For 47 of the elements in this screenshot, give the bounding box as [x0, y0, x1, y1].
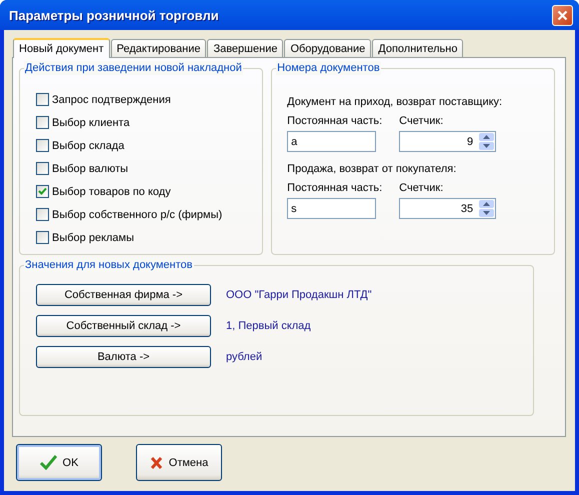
selected-value: ООО "Гарри Продакшн ЛТД" [226, 289, 372, 301]
select-button[interactable]: Собственный склад -> [36, 315, 211, 337]
spin-up-icon[interactable] [479, 133, 494, 141]
close-button[interactable] [552, 4, 573, 26]
tab[interactable]: Редактирование [110, 39, 206, 57]
select-button[interactable]: Валюта -> [36, 346, 211, 368]
spin-down-icon[interactable] [479, 142, 494, 150]
ok-button[interactable]: OK [16, 444, 102, 481]
checkbox[interactable] [36, 93, 49, 106]
checkbox-label: Выбор клиента [52, 116, 130, 128]
selected-value: рублей [226, 351, 262, 363]
close-icon [557, 10, 568, 20]
checkbox-label: Выбор товаров по коду [52, 186, 171, 198]
checkbox[interactable] [36, 139, 49, 152]
checkbox-label: Выбор склада [52, 140, 124, 152]
group-title: Номера документов [276, 61, 381, 75]
tab[interactable]: Оборудование [284, 39, 372, 57]
field-label: Постоянная часть: [287, 114, 384, 129]
field-label: Постоянная часть: [287, 181, 384, 196]
spin-up-icon[interactable] [479, 200, 494, 208]
section-heading: Продажа, возврат от покупателя: [287, 162, 458, 177]
section-heading: Документ на приход, возврат поставщику: [287, 95, 504, 110]
group-title: Действия при заведении новой накладной [24, 61, 243, 75]
prefix-field[interactable]: a [287, 131, 376, 152]
checkbox-label: Запрос подтверждения [52, 94, 171, 106]
checkmark-icon [40, 455, 57, 470]
checkbox-label: Выбор собственного р/с (фирмы) [52, 208, 222, 220]
checkbox[interactable] [36, 231, 49, 244]
cross-icon [150, 456, 163, 470]
prefix-field[interactable]: s [287, 198, 376, 219]
checkbox-label: Выбор валюты [52, 162, 128, 174]
checkbox[interactable] [36, 185, 49, 198]
checkbox[interactable] [36, 162, 49, 175]
field-label: Счетчик: [399, 181, 444, 196]
tab[interactable]: Завершение [207, 39, 284, 57]
window-title: Параметры розничной торговли [9, 8, 219, 22]
select-button[interactable]: Собственная фирма -> [36, 284, 211, 306]
spin-down-icon[interactable] [479, 209, 494, 217]
tab[interactable]: Новый документ [13, 38, 110, 58]
checkbox-label: Выбор рекламы [52, 232, 134, 244]
cancel-button[interactable]: Отмена [136, 444, 222, 481]
checkbox[interactable] [36, 208, 49, 221]
selected-value: 1, Первый склад [226, 320, 311, 332]
group-title: Значения для новых документов [24, 258, 194, 272]
field-label: Счетчик: [399, 114, 444, 129]
checkbox[interactable] [36, 116, 49, 129]
tab[interactable]: Дополнительно [372, 39, 464, 57]
